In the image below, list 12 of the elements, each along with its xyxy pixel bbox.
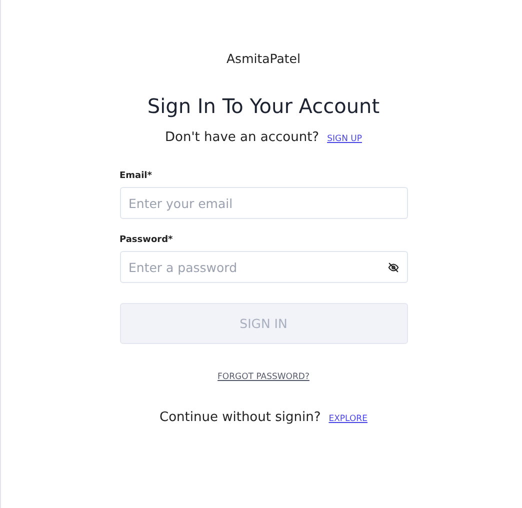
- explore-link[interactable]: EXPLORE: [328, 414, 368, 424]
- password-field[interactable]: Enter a password: [120, 251, 408, 283]
- explore-prompt: Continue without signin?: [160, 410, 321, 425]
- signup-prompt: Don't have an account?: [165, 130, 320, 145]
- page-title: Sign In To Your Account: [147, 94, 380, 118]
- field-label: Password*: [120, 235, 173, 245]
- forgot-password-link[interactable]: FORGOT PASSWORD?: [218, 372, 310, 382]
- email-field[interactable]: Enter your email: [120, 187, 408, 219]
- eye-off-icon[interactable]: [388, 262, 398, 272]
- signup-link[interactable]: SIGN UP: [327, 134, 362, 144]
- brand-name: AsmitaPatel: [226, 51, 300, 66]
- field-label: Email*: [120, 171, 152, 181]
